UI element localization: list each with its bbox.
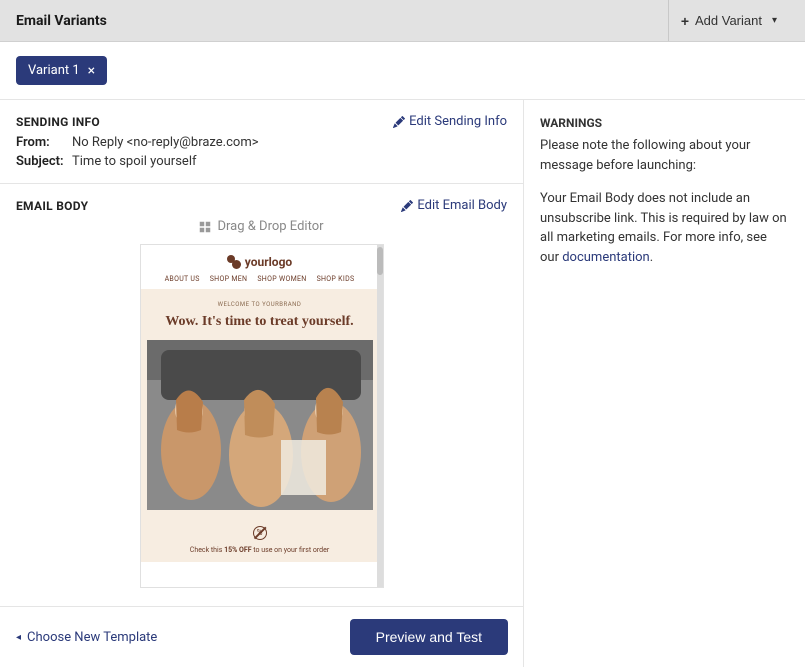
nav-about: ABOUT US — [165, 275, 200, 283]
preview-and-test-button[interactable]: Preview and Test — [350, 619, 508, 655]
choose-template-label: Choose New Template — [27, 630, 157, 645]
warnings-title: WARNINGS — [540, 116, 789, 130]
subject-row: Subject: Time to spoil yourself — [16, 154, 507, 169]
main-area: SENDING INFO Edit Sending Info From: No … — [0, 99, 805, 667]
add-variant-button[interactable]: + Add Variant ▾ — [668, 0, 789, 41]
right-column: WARNINGS Please note the following about… — [524, 100, 805, 667]
section-header: EMAIL BODY Edit Email Body — [16, 198, 507, 213]
nav-kids: SHOP KIDS — [317, 275, 355, 283]
section-header: SENDING INFO Edit Sending Info — [16, 114, 507, 129]
preview-nav: ABOUT US SHOP MEN SHOP WOMEN SHOP KIDS — [147, 275, 373, 283]
close-icon[interactable]: × — [88, 64, 95, 78]
edit-email-body-link[interactable]: Edit Email Body — [401, 198, 507, 213]
from-value: No Reply <no-reply@braze.com> — [72, 135, 259, 150]
editor-type-text: Drag & Drop Editor — [217, 219, 323, 234]
from-row: From: No Reply <no-reply@braze.com> — [16, 135, 507, 150]
caret-left-icon: ◂ — [16, 632, 21, 643]
plus-icon: + — [681, 13, 689, 29]
sending-info-title: SENDING INFO — [16, 115, 100, 129]
chevron-down-icon: ▾ — [772, 15, 777, 26]
promo-bold: 15% OFF — [224, 546, 251, 554]
warnings-intro: Please note the following about your mes… — [540, 136, 789, 175]
logo-icon — [227, 255, 241, 269]
scrollbar-thumb[interactable] — [377, 247, 383, 275]
editor-type-label: Drag & Drop Editor — [16, 219, 507, 234]
add-variant-label: Add Variant — [695, 13, 762, 28]
choose-template-link[interactable]: ◂ Choose New Template — [16, 630, 157, 645]
edit-sending-info-label: Edit Sending Info — [409, 114, 507, 129]
pencil-icon — [393, 116, 405, 128]
preview-header: yourlogo ABOUT US SHOP MEN SHOP WOMEN SH… — [141, 245, 379, 289]
sending-info-section: SENDING INFO Edit Sending Info From: No … — [0, 100, 523, 184]
grid-icon — [199, 221, 211, 233]
promo-text: Check this 15% OFF to use on your first … — [149, 546, 371, 554]
promo-prefix: Check this — [190, 546, 224, 554]
subject-value: Time to spoil yourself — [72, 154, 197, 169]
pencil-icon — [401, 200, 413, 212]
promo-suffix: to use on your first order — [252, 546, 330, 554]
documentation-link[interactable]: documentation — [562, 250, 650, 265]
tab-variant-1[interactable]: Variant 1 × — [16, 56, 107, 85]
header-bar: Email Variants + Add Variant ▾ — [0, 0, 805, 42]
nav-men: SHOP MEN — [210, 275, 248, 283]
page-title: Email Variants — [16, 13, 107, 29]
preview-headline: Wow. It's time to treat yourself. — [147, 314, 373, 330]
left-column: SENDING INFO Edit Sending Info From: No … — [0, 100, 524, 667]
preview-hero: WELCOME TO YOURBRAND Wow. It's time to t… — [141, 289, 379, 510]
tab-label: Variant 1 — [28, 63, 80, 78]
email-body-section: EMAIL BODY Edit Email Body Drag & Drop E… — [0, 184, 523, 606]
preview-content: yourlogo ABOUT US SHOP MEN SHOP WOMEN SH… — [141, 245, 379, 587]
preview-logo: yourlogo — [147, 255, 373, 269]
edit-email-body-label: Edit Email Body — [417, 198, 507, 213]
logo-text: yourlogo — [245, 255, 292, 269]
nav-women: SHOP WOMEN — [257, 275, 306, 283]
preview-scrollbar[interactable] — [377, 245, 383, 587]
subject-label: Subject: — [16, 154, 66, 169]
preview-hero-image — [147, 340, 373, 510]
discount-icon: % — [253, 526, 267, 540]
email-preview-frame[interactable]: yourlogo ABOUT US SHOP MEN SHOP WOMEN SH… — [140, 244, 384, 588]
footer-bar: ◂ Choose New Template Preview and Test — [0, 606, 524, 667]
warnings-body-suffix: . — [650, 250, 653, 265]
preview-promo: % Check this 15% OFF to use on your firs… — [141, 510, 379, 562]
preview-welcome: WELCOME TO YOURBRAND — [147, 301, 373, 308]
email-body-title: EMAIL BODY — [16, 199, 88, 213]
warnings-body: Your Email Body does not include an unsu… — [540, 189, 789, 267]
variant-tabs: Variant 1 × — [0, 42, 805, 99]
from-label: From: — [16, 135, 66, 150]
edit-sending-info-link[interactable]: Edit Sending Info — [393, 114, 507, 129]
